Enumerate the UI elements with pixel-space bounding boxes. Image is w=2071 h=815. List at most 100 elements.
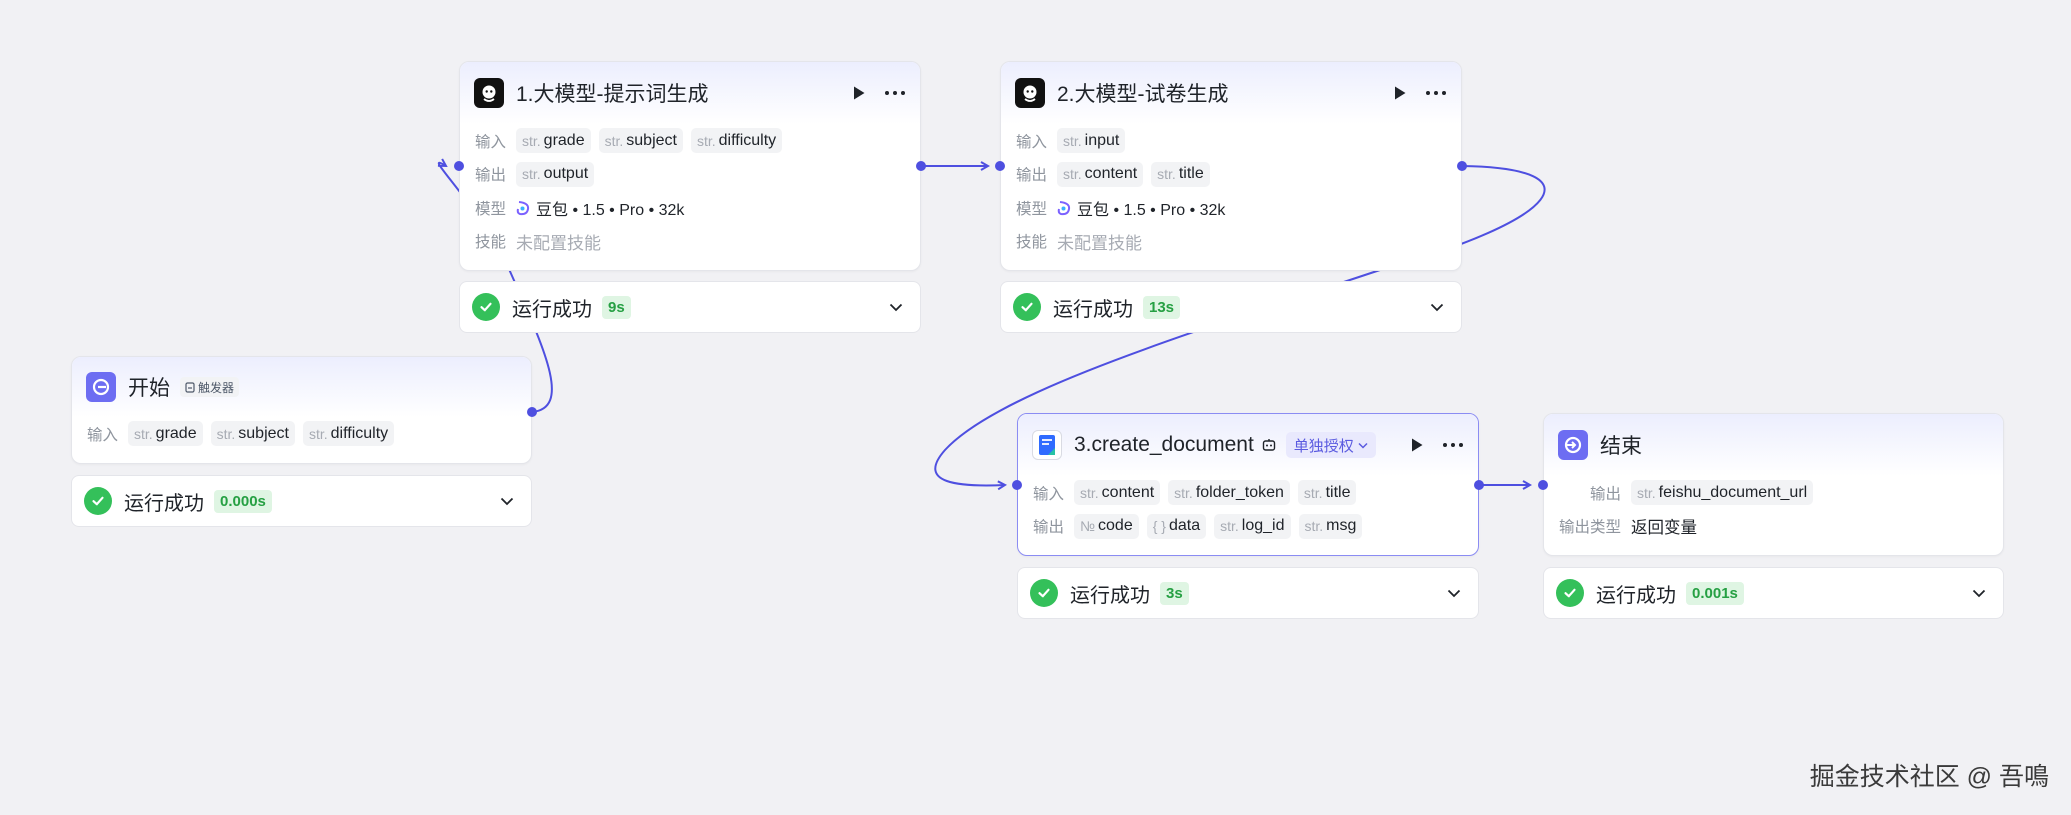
llm-icon [1015, 78, 1045, 108]
create-document-node[interactable]: 3.create_document 单独授权 输入 str. content st… [1017, 413, 1479, 556]
trigger-badge: 触发器 [180, 377, 240, 397]
success-icon [1556, 579, 1584, 607]
input-tag: str. content [1074, 480, 1161, 506]
skill-value: 未配置技能 [516, 233, 601, 253]
model-label: 模型 [475, 200, 507, 218]
output-tag: str. feishu_document_url [1631, 480, 1814, 506]
output-tag: str. log_id [1214, 513, 1291, 539]
model-name: 豆包 • 1.5 • Pro • 32k [536, 201, 685, 219]
input-label: 输入 [1016, 133, 1048, 151]
start-output-port[interactable] [527, 407, 537, 417]
run-icon[interactable] [848, 82, 870, 104]
end-output-type-row: 输出类型 返回变量 [1544, 510, 1987, 544]
doc-input-port[interactable] [1012, 480, 1022, 490]
input-label: 输入 [87, 426, 119, 444]
end-node[interactable]: 结束 输出 str. feishu_document_url 输出类型 返回变量 [1543, 413, 2004, 556]
start-input-row: 输入 str. grade str. subject str. difficulty [87, 417, 515, 451]
doubao-icon [516, 200, 530, 216]
input-tag: str. subject [210, 421, 295, 447]
llm2-run-status[interactable]: 运行成功 13s [1000, 281, 1462, 333]
input-tag: str. difficulty [690, 128, 783, 154]
llm1-run-status[interactable]: 运行成功 9s [459, 281, 921, 333]
success-icon [84, 487, 112, 515]
output-tag: str. content [1057, 161, 1144, 187]
llm1-output-port[interactable] [916, 161, 926, 171]
duration-badge: 9s [602, 295, 631, 319]
input-tag: str. input [1057, 128, 1126, 154]
skill-label: 技能 [475, 234, 507, 252]
llm2-title: 2.大模型-试卷生成 [1057, 83, 1229, 106]
end-output-row: 输出 str. feishu_document_url [1544, 476, 1987, 510]
chevron-down-icon[interactable] [1427, 297, 1447, 317]
llm2-output-row: 输出 str. content str. title [1016, 158, 1445, 192]
chevron-down-icon[interactable] [1969, 583, 1989, 603]
input-tag: str. title [1297, 480, 1357, 506]
start-node[interactable]: 开始 触发器 输入 str. grade str. subject str. diff… [71, 356, 532, 464]
more-icon[interactable] [1425, 82, 1447, 104]
doc-output-port[interactable] [1474, 480, 1484, 490]
output-label: 输出 [1016, 167, 1048, 185]
llm1-node[interactable]: 1.大模型-提示词生成 输入 str. grade str. subject str… [459, 61, 921, 271]
llm2-output-port[interactable] [1457, 161, 1467, 171]
end-run-status[interactable]: 运行成功 0.001s [1543, 567, 2004, 619]
status-text: 运行成功 [1596, 584, 1676, 607]
llm1-title: 1.大模型-提示词生成 [516, 83, 709, 106]
input-tag: str. folder_token [1168, 480, 1290, 506]
llm2-input-row: 输入 str. input [1016, 124, 1445, 158]
create-document-title: 3.create_document [1074, 433, 1254, 456]
input-label: 输入 [475, 133, 507, 151]
success-icon [472, 293, 500, 321]
auth-dropdown[interactable]: 单独授权 [1285, 432, 1376, 458]
doc-input-row: 输入 str. content str. folder_token str. titl… [1033, 476, 1462, 510]
chevron-down-icon[interactable] [886, 297, 906, 317]
llm2-skill-row: 技能 未配置技能 [1016, 225, 1445, 259]
llm1-output-row: 输出 str. output [475, 158, 904, 192]
llm1-input-row: 输入 str. grade str. subject str. difficulty [475, 124, 904, 158]
end-input-port[interactable] [1538, 480, 1548, 490]
chevron-down-icon[interactable] [1444, 583, 1464, 603]
duration-badge: 0.000s [214, 489, 272, 513]
run-icon[interactable] [1389, 82, 1411, 104]
llm1-skill-row: 技能 未配置技能 [475, 225, 904, 259]
output-label: 输出 [475, 167, 507, 185]
input-tag: str. subject [598, 128, 683, 154]
output-tag: str. title [1151, 161, 1210, 187]
input-tag: str. difficulty [302, 421, 395, 447]
model-label: 模型 [1016, 200, 1048, 218]
llm1-model-row: 模型 豆包 • 1.5 • Pro • 32k [475, 191, 904, 225]
run-icon[interactable] [1406, 434, 1428, 456]
doubao-icon [1057, 200, 1071, 216]
duration-badge: 3s [1160, 581, 1189, 605]
llm-icon [474, 78, 504, 108]
skill-label: 技能 [1016, 234, 1048, 252]
llm2-input-port[interactable] [995, 161, 1005, 171]
start-title: 开始 [128, 377, 170, 400]
status-text: 运行成功 [512, 298, 592, 321]
start-run-status[interactable]: 运行成功 0.000s [71, 475, 532, 527]
output-label: 输出 [1589, 485, 1621, 503]
end-icon [1558, 430, 1588, 460]
success-icon [1013, 293, 1041, 321]
chevron-down-icon[interactable] [497, 491, 517, 511]
output-tag: str. output [516, 161, 595, 187]
output-tag: № code [1074, 513, 1139, 539]
status-text: 运行成功 [1053, 298, 1133, 321]
start-icon [86, 372, 116, 402]
duration-badge: 13s [1143, 295, 1181, 319]
input-tag: str. grade [128, 421, 203, 447]
doc-run-status[interactable]: 运行成功 3s [1017, 567, 1479, 619]
output-tag: str. msg [1298, 513, 1363, 539]
robot-icon [1262, 438, 1276, 452]
success-icon [1030, 579, 1058, 607]
input-label: 输入 [1033, 485, 1065, 503]
llm2-model-row: 模型 豆包 • 1.5 • Pro • 32k [1016, 191, 1445, 225]
more-icon[interactable] [1442, 434, 1464, 456]
llm1-input-port[interactable] [454, 161, 464, 171]
llm2-node[interactable]: 2.大模型-试卷生成 输入 str. input 输出 str. content s… [1000, 61, 1462, 271]
status-text: 运行成功 [1070, 584, 1150, 607]
watermark: 掘金技术社区 @ 吾鳴 [1809, 763, 2049, 791]
input-tag: str. grade [516, 128, 591, 154]
more-icon[interactable] [884, 82, 906, 104]
model-name: 豆包 • 1.5 • Pro • 32k [1077, 201, 1226, 219]
output-label: 输出 [1033, 519, 1065, 537]
